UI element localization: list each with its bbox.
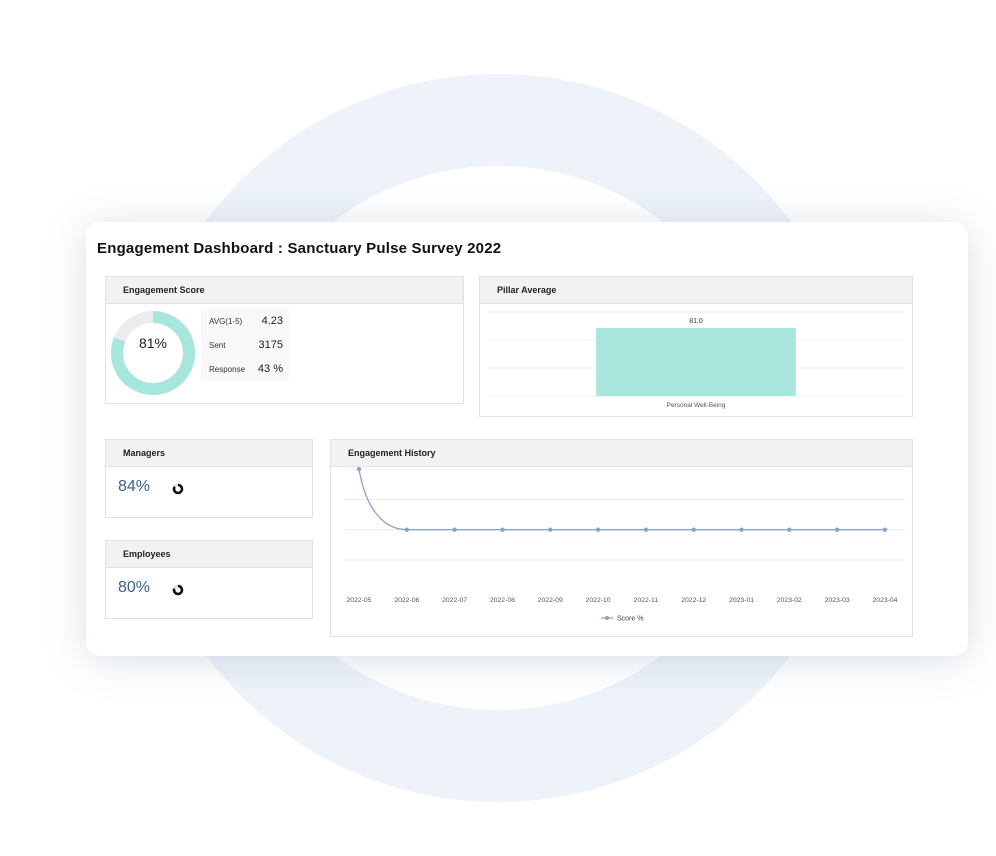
dashboard-title: Engagement Dashboard : Sanctuary Pulse S… bbox=[97, 240, 502, 257]
engagement-score-donut bbox=[111, 311, 195, 395]
pillar-bar-0 bbox=[596, 327, 796, 396]
managers-mini-donut bbox=[172, 483, 184, 495]
managers-percent: 84% bbox=[118, 478, 151, 495]
engagement-history-header: Engagement History bbox=[331, 440, 912, 467]
history-x-tick-9: 2023-02 bbox=[777, 597, 802, 604]
stat-label-avg: AVG(1-5) bbox=[209, 316, 243, 326]
employees-percent: 80% bbox=[118, 579, 151, 596]
history-x-tick-0: 2022-05 bbox=[347, 597, 372, 604]
history-x-tick-6: 2022-11 bbox=[634, 597, 659, 604]
engagement-stats: AVG(1-5) 4.23 Sent 3175 Response 43 % bbox=[201, 309, 289, 381]
stat-value-response: 43 % bbox=[257, 363, 283, 375]
employees-mini-donut bbox=[172, 584, 184, 596]
history-point-2 bbox=[452, 527, 457, 532]
managers-header: Managers bbox=[106, 440, 312, 467]
history-x-tick-5: 2022-10 bbox=[586, 597, 611, 604]
pillar-category-label-0: Personal Well-Being bbox=[667, 402, 726, 409]
history-point-1 bbox=[404, 527, 410, 532]
history-point-9 bbox=[787, 527, 792, 532]
history-x-tick-10: 2023-03 bbox=[825, 597, 850, 604]
pillar-bar-label-0: 81.0 bbox=[689, 318, 703, 325]
legend-marker[interactable] bbox=[605, 616, 609, 620]
managers-panel: Managers 84% bbox=[105, 439, 313, 518]
dashboard-card: Engagement Dashboard : Sanctuary Pulse S… bbox=[86, 222, 968, 656]
stat-label-response: Response bbox=[209, 364, 246, 374]
engagement-score-percent: 81% bbox=[138, 335, 168, 351]
stat-row-avg: AVG(1-5) 4.23 bbox=[201, 309, 289, 333]
history-point-6 bbox=[643, 527, 649, 532]
stat-value-sent: 3175 bbox=[258, 339, 283, 351]
stat-row-sent: Sent 3175 bbox=[201, 333, 289, 357]
history-point-8 bbox=[739, 527, 744, 532]
history-point-5 bbox=[595, 527, 601, 532]
engagement-history-chart: 2022-05 2022-06 2022-07 2022-08 2022-09 2022-… bbox=[345, 467, 905, 623]
history-point-0 bbox=[356, 467, 362, 472]
history-point-3 bbox=[500, 527, 505, 532]
history-x-tick-1: 2022-06 bbox=[394, 597, 419, 604]
history-x-tick-11: 2023-04 bbox=[873, 597, 898, 604]
engagement-history-panel: Engagement History 2022-05 2022-06 2022-07… bbox=[330, 439, 913, 637]
stat-value-avg: 4.23 bbox=[261, 315, 283, 327]
employees-header: Employees bbox=[106, 541, 312, 568]
legend-label-score[interactable]: Score % bbox=[617, 616, 643, 623]
history-x-tick-4: 2022-09 bbox=[538, 597, 563, 604]
stat-row-response: Response 43 % bbox=[201, 357, 289, 381]
history-x-tick-3: 2022-08 bbox=[490, 597, 515, 604]
history-x-tick-8: 2023-01 bbox=[729, 597, 754, 604]
history-point-7 bbox=[691, 527, 696, 532]
pillar-average-header: Pillar Average bbox=[480, 277, 912, 304]
history-x-tick-2: 2022-07 bbox=[442, 597, 467, 604]
history-x-tick-7: 2022-12 bbox=[681, 597, 706, 604]
history-point-10 bbox=[834, 527, 840, 532]
history-point-11 bbox=[882, 527, 888, 532]
pillar-average-chart: 81.0 Personal Well-Being bbox=[488, 311, 904, 409]
engagement-score-header: Engagement Score bbox=[106, 277, 463, 304]
history-point-4 bbox=[548, 527, 553, 532]
pillar-average-panel: Pillar Average 81.0 Personal Well-Being bbox=[479, 276, 913, 417]
engagement-score-panel: Engagement Score 81% AVG(1-5) 4.23 Sent … bbox=[105, 276, 464, 404]
employees-panel: Employees 80% bbox=[105, 540, 313, 619]
stat-label-sent: Sent bbox=[209, 340, 226, 350]
